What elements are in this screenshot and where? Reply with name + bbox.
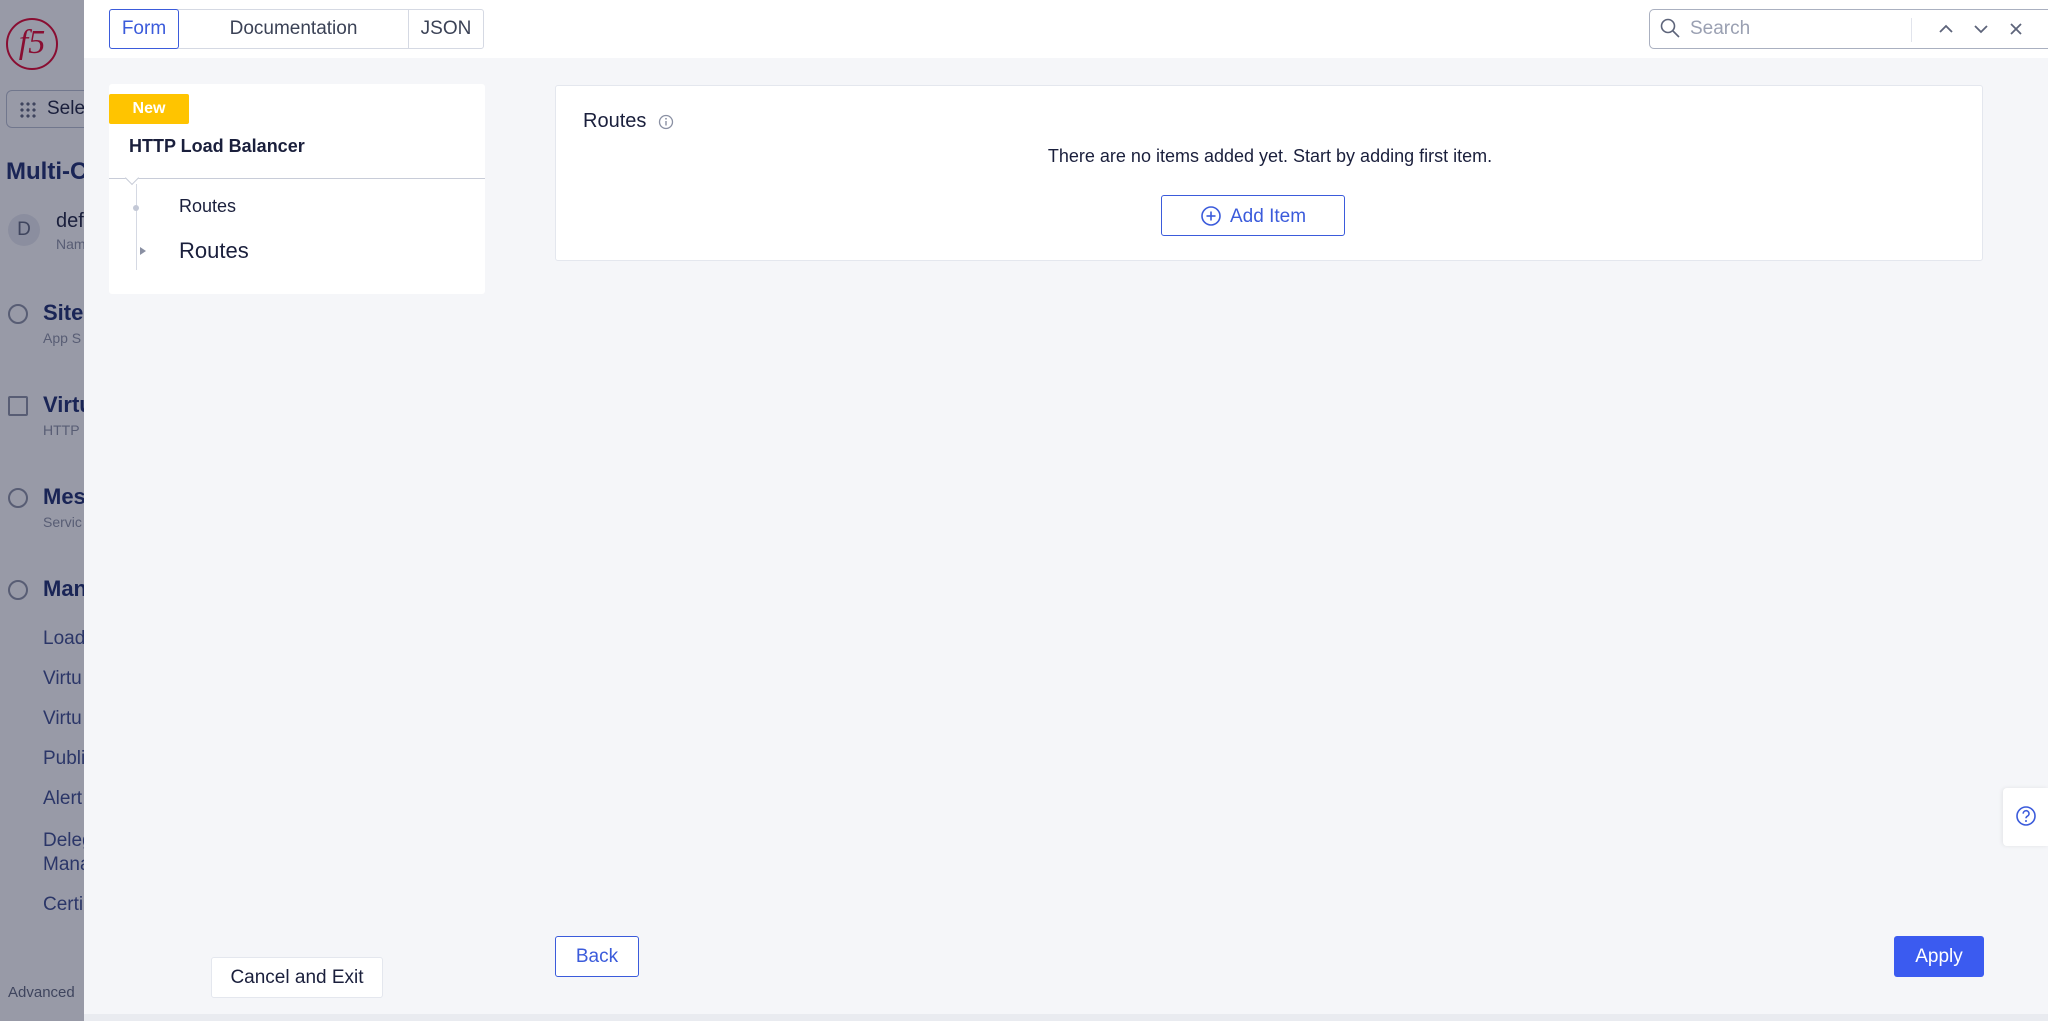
plus-circle-icon — [1201, 206, 1221, 226]
modal-overlay[interactable] — [0, 0, 84, 1021]
empty-state-message: There are no items added yet. Start by a… — [1047, 146, 1493, 166]
help-icon — [2016, 806, 2036, 826]
back-button[interactable]: Back — [555, 936, 639, 977]
chevron-down-icon[interactable] — [1969, 17, 1993, 41]
tab-documentation[interactable]: Documentation — [179, 10, 409, 48]
nav-item-routes[interactable]: Routes — [179, 238, 249, 264]
search-icon — [1660, 18, 1680, 38]
nav-item-routes-section[interactable]: Routes — [179, 196, 236, 217]
routes-section: Routes There are no items added yet. Sta… — [555, 85, 1983, 261]
panel-topbar: Form Documentation JSON — [84, 0, 2048, 58]
info-icon[interactable] — [658, 114, 674, 130]
add-item-button[interactable]: Add Item — [1161, 195, 1345, 236]
close-icon[interactable] — [2004, 17, 2028, 41]
bottom-strip — [84, 1014, 2048, 1021]
tree-line — [136, 184, 137, 270]
view-tabs: Form Documentation JSON — [109, 9, 484, 49]
caret-right-icon — [140, 247, 146, 255]
divider-notch — [124, 170, 140, 186]
tab-form[interactable]: Form — [109, 9, 179, 49]
search-separator — [1911, 18, 1912, 42]
divider — [109, 178, 485, 179]
help-button[interactable] — [2003, 788, 2048, 846]
add-item-label: Add Item — [1230, 206, 1307, 227]
chevron-up-icon[interactable] — [1934, 17, 1958, 41]
tab-json[interactable]: JSON — [409, 10, 483, 48]
routes-label: Routes — [583, 110, 647, 132]
http-load-balancer-panel: Form Documentation JSON New HTTP — [84, 0, 2048, 1021]
cancel-and-exit-button[interactable]: Cancel and Exit — [211, 957, 383, 998]
search-input[interactable] — [1690, 14, 1900, 44]
form-navigation: New HTTP Load Balancer Routes Routes — [109, 84, 485, 294]
form-title: HTTP Load Balancer — [129, 136, 305, 156]
tree-dot-icon — [133, 205, 139, 211]
apply-button[interactable]: Apply — [1894, 936, 1984, 977]
status-badge: New — [109, 94, 189, 124]
search-box — [1649, 9, 2048, 49]
